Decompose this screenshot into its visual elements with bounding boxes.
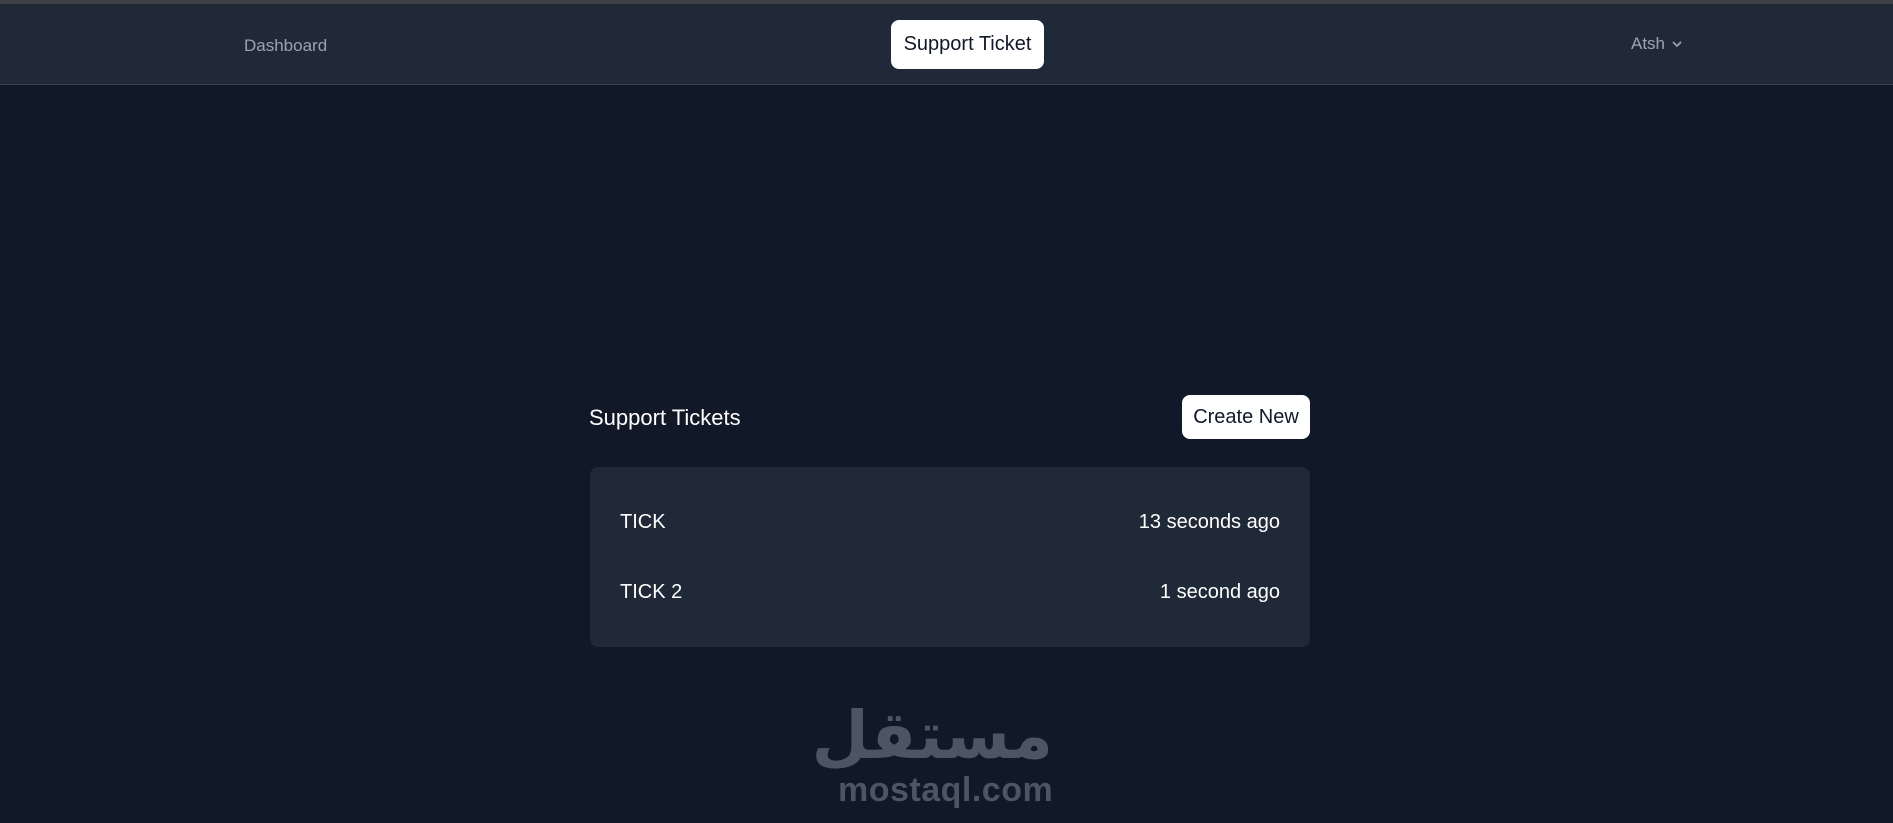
ticket-time: 1 second ago (1159, 580, 1280, 603)
user-menu-dropdown[interactable]: Atsh (1631, 34, 1683, 54)
watermark-arabic: مستقل (811, 697, 1053, 774)
nav-link-support-ticket[interactable]: Support Ticket (891, 20, 1044, 69)
ticket-row[interactable]: TICK 2 1 second ago (620, 572, 1280, 612)
watermark-logo: مستقل mostaql.com (811, 697, 1054, 810)
ticket-name: TICK (620, 510, 666, 533)
top-navbar: Dashboard Support Ticket Atsh (0, 4, 1893, 85)
chevron-down-icon (1671, 38, 1683, 50)
nav-link-dashboard[interactable]: Dashboard (244, 36, 327, 56)
ticket-row[interactable]: TICK 13 seconds ago (620, 502, 1280, 542)
watermark-url: mostaql.com (838, 771, 1054, 809)
ticket-list: TICK 13 seconds ago TICK 2 1 second ago (590, 467, 1310, 647)
create-new-button[interactable]: Create New (1182, 395, 1310, 439)
page-title: Support Tickets (589, 405, 741, 430)
ticket-name: TICK 2 (620, 580, 683, 603)
user-name: Atsh (1631, 34, 1666, 53)
ticket-time: 13 seconds ago (1138, 510, 1280, 533)
